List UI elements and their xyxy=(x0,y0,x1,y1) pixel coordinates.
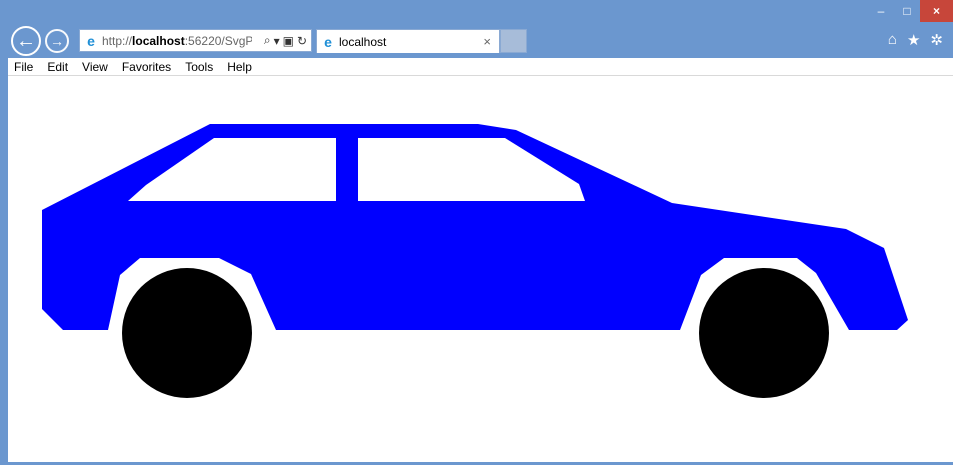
maximize-button[interactable]: □ xyxy=(894,0,920,22)
car-drawing xyxy=(42,124,908,398)
menu-item-view[interactable]: View xyxy=(82,60,108,74)
address-tools: ⌕ ▾ ▣ ↻ xyxy=(264,33,311,48)
car-wheel-rear xyxy=(699,268,829,398)
menu-item-help[interactable]: Help xyxy=(227,60,252,74)
favorites-star-icon[interactable]: ★ xyxy=(907,31,920,49)
compatibility-view-icon[interactable]: ▣ xyxy=(283,34,294,48)
url-text[interactable]: http://localhost:56220/SvgPag xyxy=(102,34,252,48)
minimize-button[interactable]: – xyxy=(868,0,894,22)
home-icon[interactable]: ⌂ xyxy=(888,31,897,49)
tab-close-icon[interactable]: × xyxy=(483,34,491,49)
refresh-icon[interactable]: ↻ xyxy=(297,34,307,48)
url-path: :56220/SvgPag xyxy=(184,33,252,48)
back-arrow-icon: ← xyxy=(16,29,36,52)
url-prefix: http:// xyxy=(102,33,133,48)
menu-bar: File Edit View Favorites Tools Help xyxy=(8,58,953,76)
command-icons: ⌂ ★ ✲ xyxy=(888,31,943,49)
forward-arrow-icon: → xyxy=(50,33,64,49)
tab-label: localhost xyxy=(339,34,387,49)
address-bar[interactable]: e http://localhost:56220/SvgPag ⌕ ▾ ▣ ↻ xyxy=(79,29,312,52)
menu-item-edit[interactable]: Edit xyxy=(47,60,68,74)
tab-localhost[interactable]: e localhost × xyxy=(316,29,500,53)
title-bar: – □ × ← → e http://localhost:56220/SvgPa… xyxy=(0,0,953,58)
car-wheel-front xyxy=(122,268,252,398)
forward-button[interactable]: → xyxy=(45,29,69,53)
settings-gear-icon[interactable]: ✲ xyxy=(930,31,943,49)
new-tab-button[interactable] xyxy=(500,29,527,53)
menu-item-file[interactable]: File xyxy=(14,60,33,74)
search-icon[interactable]: ⌕ xyxy=(264,33,271,48)
page-content xyxy=(8,76,953,462)
close-window-button[interactable]: × xyxy=(920,0,953,22)
menu-item-tools[interactable]: Tools xyxy=(185,60,213,74)
ie-logo-icon: e xyxy=(87,32,95,49)
menu-item-favorites[interactable]: Favorites xyxy=(122,60,171,74)
tab-ie-logo-icon: e xyxy=(324,33,332,50)
browser-window: – □ × ← → e http://localhost:56220/SvgPa… xyxy=(0,0,953,465)
chevron-down-icon[interactable]: ▾ xyxy=(274,34,280,48)
url-host: localhost xyxy=(132,33,185,48)
back-button[interactable]: ← xyxy=(11,26,41,56)
